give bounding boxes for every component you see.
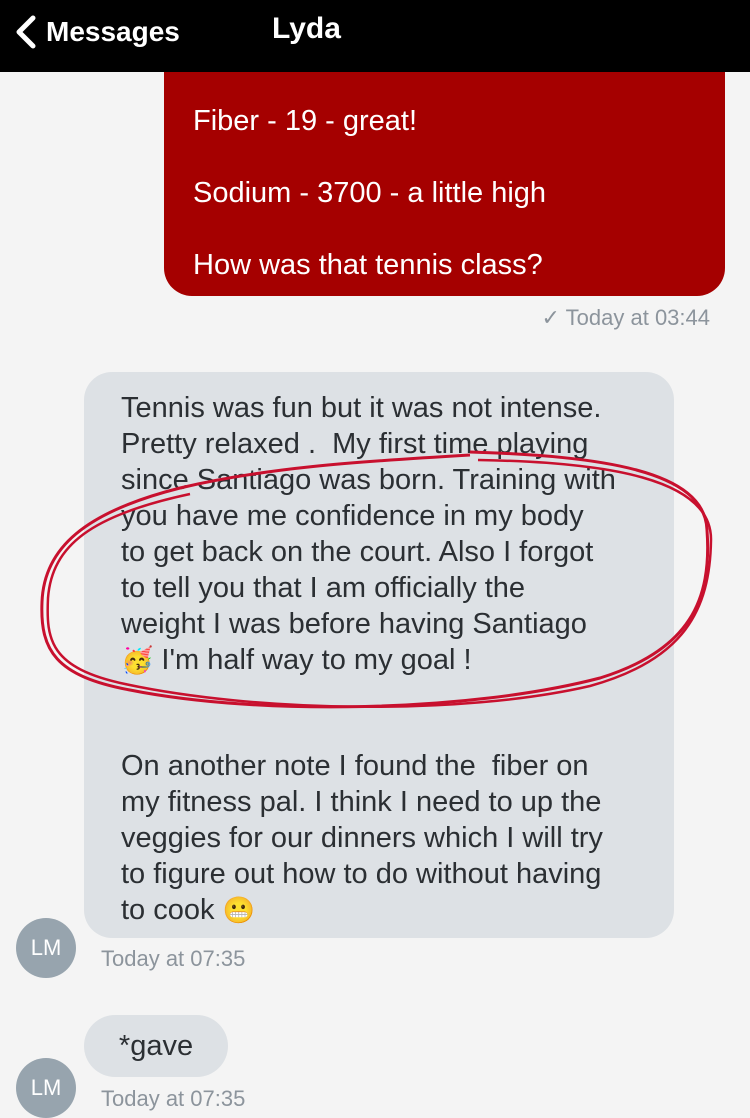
back-button[interactable]: Messages	[14, 10, 180, 54]
incoming-timestamp: Today at 07:35	[101, 946, 246, 971]
incoming-timestamp: Today at 07:35	[101, 1086, 246, 1111]
avatar[interactable]: LM	[16, 918, 76, 978]
message-line: How was that tennis class?	[193, 249, 543, 281]
incoming-message-bubble[interactable]: *gave	[84, 1015, 228, 1077]
paragraph-text: On another note I found the fiber on my …	[121, 750, 603, 926]
contact-name-title: Lyda	[272, 12, 341, 45]
avatar[interactable]: LM	[16, 1058, 76, 1118]
paragraph-text-end: I'm half way to my goal !	[153, 644, 472, 676]
back-label: Messages	[46, 16, 180, 47]
navigation-bar: Messages Lyda	[0, 0, 750, 72]
message-line: Fiber - 19 - great!	[193, 105, 418, 137]
grimacing-face-emoji: 😬	[222, 895, 255, 925]
outgoing-message-bubble[interactable]: Fiber - 19 - great! Sodium - 3700 - a li…	[164, 72, 725, 296]
chevron-left-icon	[16, 15, 36, 49]
outgoing-timestamp: ✓ Today at 03:44	[541, 305, 710, 330]
message-paragraph: On another note I found the fiber on my …	[121, 748, 661, 928]
party-face-emoji: 🥳	[121, 645, 154, 675]
message-paragraph: Tennis was fun but it was not intense. P…	[121, 390, 661, 678]
incoming-message-bubble[interactable]: Tennis was fun but it was not intense. P…	[84, 372, 674, 938]
paragraph-text: Tennis was fun but it was not intense. P…	[121, 392, 616, 640]
message-line: Sodium - 3700 - a little high	[193, 177, 547, 209]
